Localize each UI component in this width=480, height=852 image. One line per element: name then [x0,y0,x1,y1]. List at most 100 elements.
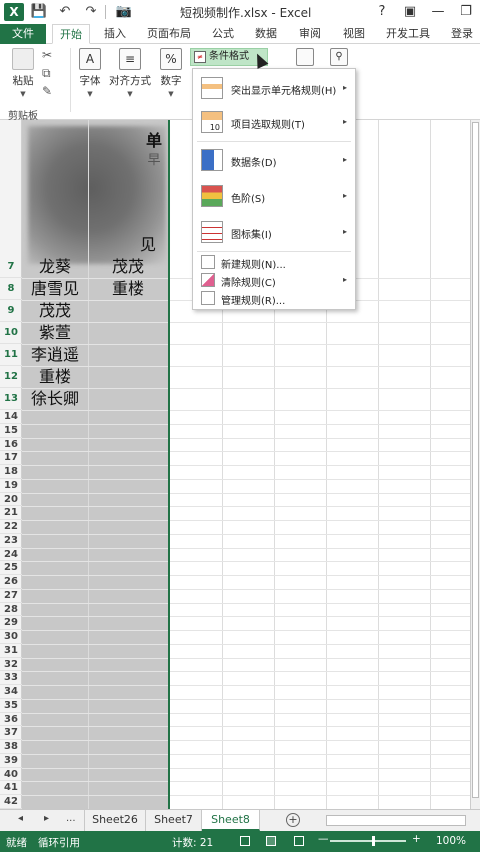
row-number[interactable]: 36 [0,713,22,727]
sheet-tab-sheet8[interactable]: Sheet8 [202,810,260,831]
row-number[interactable]: 19 [0,479,22,493]
cell-column-a[interactable]: 徐长卿 [22,388,88,410]
menu-item-manage-rules[interactable]: 管理规则(R)... [193,289,355,307]
row-number[interactable]: 40 [0,768,22,782]
row-number[interactable]: 20 [0,493,22,507]
row-number[interactable]: 22 [0,520,22,534]
cell-column-a[interactable]: 重楼 [22,366,88,388]
row-number[interactable]: 35 [0,699,22,713]
row-number[interactable]: 29 [0,616,22,631]
row-number[interactable]: 42 [0,795,22,809]
page-break-view-icon[interactable] [294,836,304,846]
number-format-button[interactable]: % 数字 ▼ [156,48,186,98]
row-number[interactable]: 24 [0,548,22,562]
row-number[interactable]: 31 [0,644,22,658]
zoom-out-icon[interactable]: — [318,833,329,845]
tab-home[interactable]: 开始 [52,24,90,44]
zoom-slider-knob[interactable] [372,836,375,846]
font-button[interactable]: A 字体 ▼ [74,48,106,98]
horizontal-scrollbar[interactable] [326,815,466,826]
row-number[interactable]: 7 [0,256,22,278]
cell-column-a[interactable]: 茂茂 [22,300,88,322]
sheet-tab-sheet26[interactable]: Sheet26 [84,810,146,831]
cell-column-a[interactable]: 李逍遥 [22,344,88,366]
cut-icon[interactable]: ✂ [42,48,52,62]
row-number[interactable]: 33 [0,671,22,686]
row-number[interactable]: 25 [0,561,22,576]
row-number[interactable]: 14 [0,410,22,424]
row-number[interactable]: 41 [0,781,22,796]
row-number[interactable]: 23 [0,534,22,548]
normal-view-icon[interactable] [240,836,250,846]
menu-item-data-bars[interactable]: 数据条(D) ▸ [193,145,355,175]
undo-icon[interactable]: ↶ [54,2,76,22]
redo-icon[interactable]: ↷ [80,2,102,22]
row-number[interactable]: 8 [0,278,22,300]
menu-item-top-bottom-rules[interactable]: 10 项目选取规则(T) ▸ [193,107,355,137]
tab-page-layout[interactable]: 页面布局 [140,24,198,44]
help-icon[interactable]: ? [368,0,396,24]
zoom-in-icon[interactable]: + [412,833,421,845]
minimize-icon[interactable]: — [424,0,452,24]
cells-button[interactable] [292,48,318,69]
menu-item-highlight-rules[interactable]: 突出显示单元格规则(H) ▸ [193,73,355,103]
cell-column-b[interactable]: 重楼 [88,278,168,300]
tab-insert[interactable]: 插入 [98,24,132,44]
row-number[interactable]: 37 [0,726,22,741]
row-number[interactable]: 21 [0,506,22,521]
tab-review[interactable]: 审阅 [292,24,328,44]
tab-formulas[interactable]: 公式 [206,24,240,44]
tab-view[interactable]: 视图 [336,24,372,44]
tab-developer[interactable]: 开发工具 [380,24,436,44]
save-icon[interactable]: 💾 [28,2,50,22]
cell-column-a[interactable]: 唐雪见 [22,278,88,300]
row-number[interactable]: 34 [0,685,22,699]
row-number[interactable]: 9 [0,300,22,322]
header-cell[interactable]: 单 [140,130,168,152]
row-number[interactable]: 17 [0,451,22,466]
copy-icon[interactable]: ⧉ [42,66,51,81]
scrollbar-thumb[interactable] [472,122,479,798]
tab-data[interactable]: 数据 [248,24,284,44]
cell-column-b[interactable]: 茂茂 [88,256,168,278]
row-number[interactable]: 39 [0,754,22,768]
row-number[interactable]: 38 [0,740,22,754]
menu-item-new-rule[interactable]: 新建规则(N)... [193,253,355,271]
zoom-level[interactable]: 100% [436,835,466,847]
row-number[interactable]: 27 [0,589,22,603]
sheet-nav-left-icon[interactable]: ◂ [18,813,23,824]
restore-icon[interactable]: ❐ [452,0,480,24]
cell-column-a[interactable]: 龙葵 [22,256,88,278]
sheet-nav-right-icon[interactable]: ▸ [44,813,49,824]
menu-item-icon-sets[interactable]: 图标集(I) ▸ [193,217,355,247]
paste-button[interactable]: 粘贴 ▼ [6,48,40,98]
format-painter-icon[interactable]: ✎ [42,84,52,98]
vertical-scrollbar[interactable] [470,120,480,809]
sheet-tab-sheet7[interactable]: Sheet7 [146,810,202,831]
row-number[interactable]: 11 [0,344,22,366]
sheet-nav-more[interactable]: ... [66,813,76,824]
zoom-slider[interactable] [330,840,406,842]
row-number[interactable]: 18 [0,465,22,479]
page-layout-view-icon[interactable] [266,836,276,846]
row-number[interactable]: 26 [0,575,22,589]
tab-sign-in[interactable]: 登录 [444,24,480,44]
row-number[interactable]: 12 [0,366,22,388]
row6-cell-partial[interactable]: 见 [134,234,162,256]
row-number[interactable]: 13 [0,388,22,410]
row-number[interactable]: 16 [0,438,22,452]
tab-file[interactable]: 文件 [0,24,46,44]
row-number[interactable]: 28 [0,603,22,617]
row-number[interactable]: 15 [0,424,22,438]
row-number[interactable]: 32 [0,658,22,672]
menu-item-color-scales[interactable]: 色阶(S) ▸ [193,181,355,211]
cell-column-a[interactable]: 紫萱 [22,322,88,344]
camera-icon[interactable]: 📷 [113,2,135,22]
menu-item-clear-rules[interactable]: 清除规则(C) ▸ [193,271,355,289]
header-cell-partial[interactable]: 早 [140,150,168,172]
add-sheet-icon[interactable]: + [286,813,300,827]
alignment-button[interactable]: ≡ 对齐方式 ▼ [108,48,152,98]
ribbon-display-options-icon[interactable]: ▣ [396,0,424,24]
find-select-button[interactable]: ⚲ [326,48,352,69]
row-number[interactable]: 10 [0,322,22,344]
